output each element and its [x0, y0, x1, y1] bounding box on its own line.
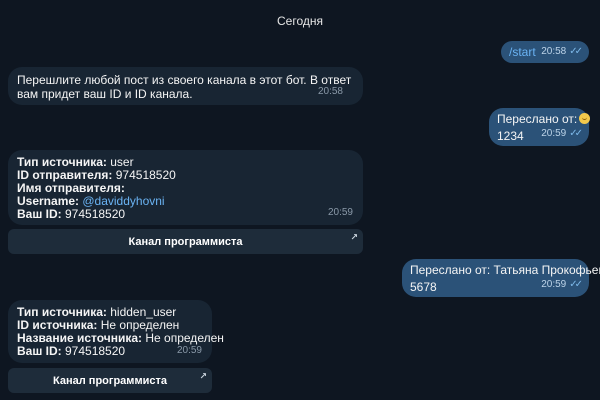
message-meta: 20:59 ✓✓ — [541, 127, 583, 140]
message-text: Перешлите любой пост из своего канала в … — [17, 73, 352, 101]
message-meta: 20:59 — [177, 344, 202, 357]
read-checks-icon: ✓✓ — [569, 46, 583, 57]
incoming-message-instructions[interactable]: Перешлите любой пост из своего канала в … — [8, 67, 363, 105]
channel-button-label: Канал программиста — [53, 374, 167, 387]
outgoing-forwarded-message-1234[interactable]: Переслано от: 1234 20:59 ✓✓ — [489, 108, 591, 146]
forwarded-from-label: Переслано от: — [497, 113, 591, 126]
info-line: Ваш ID: 974518520 — [17, 344, 126, 358]
command-link[interactable]: /start — [509, 45, 536, 59]
sender-emoji-icon — [579, 113, 591, 124]
channel-button-label: Канал программиста — [128, 235, 243, 248]
message-time: 20:59 — [541, 279, 567, 290]
message-meta: 20:59 — [328, 206, 353, 219]
incoming-message-source-info-1[interactable]: Тип источника: user ID отправителя: 9745… — [8, 150, 363, 225]
outgoing-message-start[interactable]: /start 20:58 ✓✓ — [501, 41, 589, 63]
external-link-arrow-icon: ↗ — [350, 232, 358, 242]
outgoing-forwarded-message-5678[interactable]: Переслано от: Татьяна Прокофьева 5678 20… — [402, 259, 600, 297]
forwarded-from-label: Переслано от: Татьяна Прокофьева — [410, 263, 600, 277]
message-meta: 20:58 — [318, 85, 343, 99]
date-separator: Сегодня — [277, 14, 323, 28]
info-line: Ваш ID: 974518520 — [17, 207, 126, 221]
external-link-arrow-icon: ↗ — [199, 371, 207, 381]
message-time: 20:59 — [327, 207, 353, 218]
channel-button-1[interactable]: Канал программиста ↗ — [8, 229, 363, 254]
message-time: 20:59 — [176, 345, 202, 356]
username-link[interactable]: @daviddyhovni — [79, 194, 164, 208]
message-time: 20:59 — [541, 128, 567, 139]
incoming-message-source-info-2[interactable]: Тип источника: hidden_user ID источника:… — [8, 300, 224, 363]
read-checks-icon: ✓✓ — [569, 128, 583, 139]
message-time: 20:58 — [317, 86, 343, 97]
message-meta: 20:58 ✓✓ — [541, 45, 583, 58]
message-time: 20:58 — [541, 46, 567, 57]
read-checks-icon: ✓✓ — [569, 279, 583, 290]
channel-button-2[interactable]: Канал программиста ↗ — [8, 368, 212, 393]
message-meta: 20:59 ✓✓ — [541, 278, 583, 291]
